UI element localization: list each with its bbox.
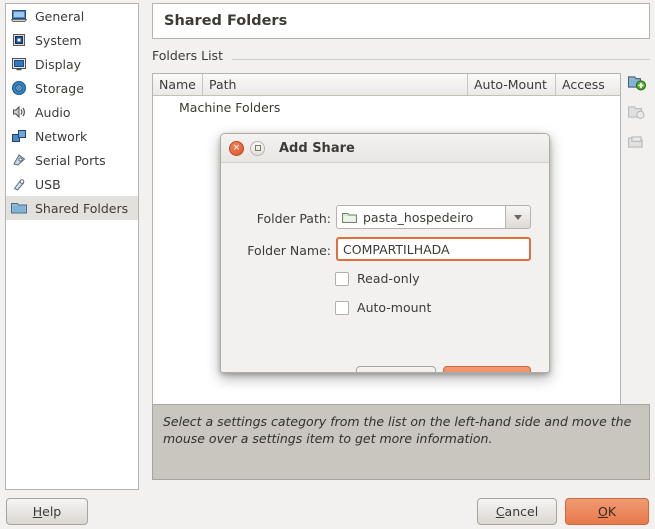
help-label-rest: elp [42,504,62,519]
dialog-ok-button[interactable]: OK [443,366,531,372]
cancel-mnemonic: C [495,504,505,519]
sidebar-item-shared-folders[interactable]: Shared Folders [6,196,138,220]
sidebar-item-usb[interactable]: USB [6,172,138,196]
sidebar-item-general[interactable]: General [6,4,138,28]
read-only-checkbox-box[interactable] [335,271,349,286]
add-shared-folder-button[interactable] [628,73,648,93]
folder-path-dropdown-button[interactable] [505,205,531,229]
sidebar-item-label: Display [35,56,82,72]
sidebar-item-label: General [35,8,85,24]
help-mnemonic: H [32,504,43,519]
maximize-icon[interactable] [250,140,265,156]
chevron-down-icon [514,214,522,220]
folder-add-icon [628,76,646,91]
shared-folders-toolbar[interactable] [626,73,650,153]
remove-shared-folder-button [628,133,648,153]
folder-name-label: Folder Name: [247,243,331,258]
group-divider [232,59,650,60]
sidebar-item-label: Shared Folders [35,200,129,216]
ok-label-rest: K [607,504,617,519]
usb-icon [11,176,27,192]
folders-list-caption: Folders List [152,48,229,63]
table-body[interactable]: Machine Folders [153,96,620,118]
column-header-path[interactable]: Path [203,74,468,95]
ok-button[interactable]: OK [565,498,649,525]
usb-icon [13,179,25,191]
serial-port-icon [13,154,26,166]
chip-icon [13,34,25,46]
sidebar-item-display[interactable]: Display [6,52,138,76]
settings-category-list[interactable]: General System Display Storage Audio Network S… [5,3,139,490]
sidebar-item-system[interactable]: System [6,28,138,52]
folder-path-combobox[interactable]: pasta_hospedeiro [336,205,531,229]
virtualbox-settings-window: General System Display Storage Audio Network S… [0,0,655,529]
read-only-checkbox[interactable]: Read-only [335,271,420,286]
folder-name-input[interactable]: COMPARTILHADA [336,237,531,261]
table-group-row[interactable]: Machine Folders [153,96,620,118]
auto-mount-checkbox[interactable]: Auto-mount [335,300,431,315]
display-icon [11,56,27,72]
speaker-icon [11,104,27,120]
dialog-body: Folder Path: pasta_hospedeiro Folder Nam… [221,163,549,372]
folder-icon [342,212,357,223]
sidebar-item-network[interactable]: Network [6,124,138,148]
network-icon [12,130,26,142]
sidebar-item-label: Serial Ports [35,152,106,168]
sidebar-item-label: System [35,32,82,48]
dialog-cancel-button[interactable]: Cancel [356,366,436,372]
sidebar-item-label: Audio [35,104,71,120]
read-only-label: Read-only [357,271,420,286]
column-header-access[interactable]: Access [556,74,620,95]
monitor-icon [10,10,28,22]
folder-path-label: Folder Path: [256,211,331,226]
folder-remove-icon [628,136,643,148]
sidebar-item-serial-ports[interactable]: Serial Ports [6,148,138,172]
column-header-name[interactable]: Name [153,74,203,95]
close-icon[interactable]: × [229,140,244,156]
sidebar-item-storage[interactable]: Storage [6,76,138,100]
hint-text: Select a settings category from the list… [163,414,632,446]
hint-panel: Select a settings category from the list… [152,404,650,480]
page-title-bar: Shared Folders [152,3,650,39]
cancel-button[interactable]: Cancel [477,498,557,525]
folder-path-value: pasta_hospedeiro [363,209,474,225]
auto-mount-checkbox-box[interactable] [335,300,349,315]
help-button[interactable]: Help [6,498,88,525]
dialog-title: Add Share [279,140,355,156]
cancel-label-rest: ancel [504,504,539,519]
monitor-icon [10,8,28,24]
folder-icon [11,200,27,216]
column-header-auto-mount[interactable]: Auto-Mount [468,74,556,95]
disc-icon [12,81,26,95]
dialog-titlebar: × Add Share [221,134,549,163]
network-icon [11,128,27,144]
folder-edit-icon [628,106,645,119]
serial-port-icon [11,152,27,168]
sidebar-item-audio[interactable]: Audio [6,100,138,124]
folder-path-field[interactable]: pasta_hospedeiro [336,205,505,229]
folder-icon [11,203,27,214]
add-share-dialog: × Add Share Folder Path: pasta_hospedeir… [220,133,550,373]
ok-mnemonic: O [597,504,608,519]
sidebar-item-label: Storage [35,80,84,96]
disc-icon [11,80,27,96]
sidebar-item-label: USB [35,176,61,192]
sidebar-item-label: Network [35,128,88,144]
table-header-row[interactable]: Name Path Auto-Mount Access [153,74,620,96]
page-title: Shared Folders [164,13,288,29]
edit-shared-folder-button [628,103,648,123]
speaker-icon [13,105,25,119]
display-icon [12,58,26,71]
auto-mount-label: Auto-mount [357,300,432,315]
folder-name-value: COMPARTILHADA [343,241,450,257]
chip-icon [11,32,27,48]
